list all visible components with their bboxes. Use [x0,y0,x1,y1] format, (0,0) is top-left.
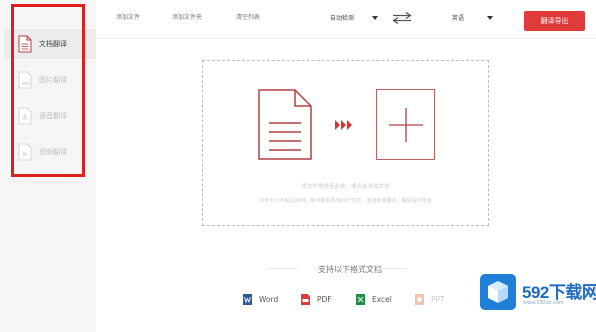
format-word: Word [243,294,278,305]
format-label: Excel [372,295,392,304]
format-label: PPT [431,295,445,304]
sidebar-highlight-box [11,4,85,177]
add-file-button[interactable]: 添加文件 [116,12,140,21]
export-translation-button[interactable]: 翻译导出 [524,11,585,31]
file-drop-zone[interactable]: 将文件拖拽至此处，或点击添加文件 文件大小不超过10M，单次最多添加20个文件，… [202,60,489,226]
add-folder-button[interactable]: 添加文件夹 [172,12,202,21]
pdf-icon [301,294,310,305]
format-ppt: PPT [415,294,445,305]
format-pdf: PDF [301,294,332,305]
triple-chevron-right-icon [335,120,352,130]
source-language-select[interactable]: 自动检测 [330,13,354,22]
excel-icon [356,294,365,305]
divider [376,268,406,269]
target-language-select[interactable]: 英语 [452,13,464,22]
supported-formats-title: 支持以下格式文档 [318,265,382,274]
drop-hint-primary: 将文件拖拽至此处，或点击添加文件 [301,184,390,190]
ppt-icon [415,294,424,305]
watermark-url: www.592xz.com [523,300,564,306]
toolbar: 添加文件 添加文件夹 清空列表 自动检测 英语 翻译导出 [96,0,596,39]
watermark-box-icon [480,274,516,310]
chevron-down-icon[interactable] [372,16,378,20]
document-icon [258,89,312,160]
plus-icon [389,108,423,142]
clear-list-button[interactable]: 清空列表 [236,12,260,21]
word-icon [243,294,252,305]
swap-arrows-icon[interactable] [392,12,412,24]
format-label: Word [259,295,279,304]
chevron-down-icon[interactable] [487,16,493,20]
format-label: PDF [317,295,332,304]
format-excel: Excel [356,294,392,305]
drop-hint-secondary: 文件大小不超过10M，单次最多添加20个文件，支持批量翻译，翻译后可导出 [259,198,432,204]
watermark-logo: 592下载网 www.592xz.com [480,274,596,320]
add-file-box[interactable] [376,89,435,160]
